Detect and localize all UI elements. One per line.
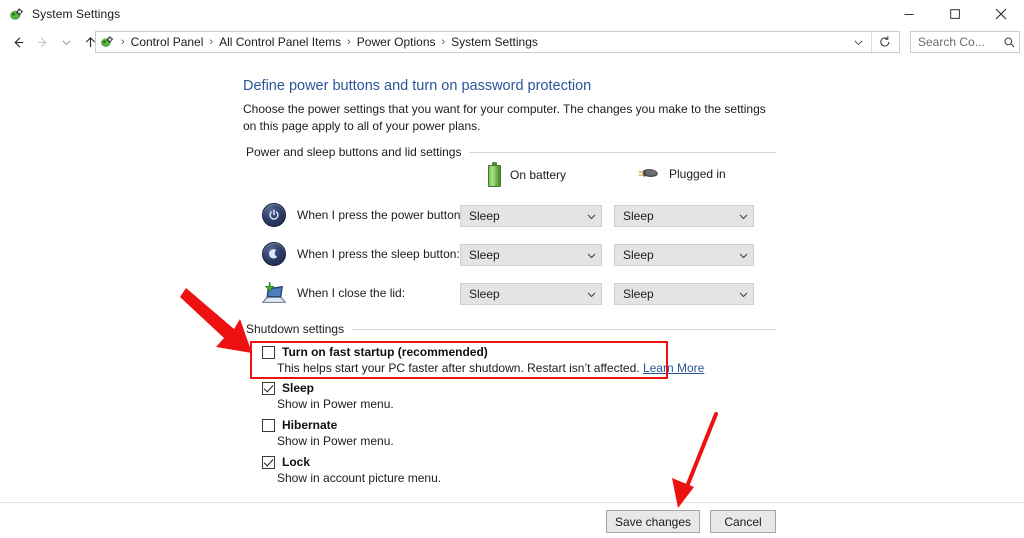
maximize-icon[interactable] <box>932 0 978 28</box>
dropdown-close-lid-on-battery-value: Sleep <box>469 287 500 301</box>
shutdown-settings-group-header: Shutdown settings <box>246 322 776 336</box>
breadcrumb-item-system-settings[interactable]: System Settings <box>448 35 541 49</box>
control-panel-icon <box>9 6 25 22</box>
footer-divider <box>0 502 1024 503</box>
row-close-lid-label: When I close the lid: <box>297 286 406 300</box>
row-power-button-label: When I press the power button: <box>297 208 464 222</box>
breadcrumb-separator: › <box>209 36 214 48</box>
column-header-on-battery: On battery <box>488 162 566 187</box>
breadcrumb-item-all-control-panel-items[interactable]: All Control Panel Items <box>216 35 344 49</box>
row-sleep-button-label: When I press the sleep button: <box>297 247 460 261</box>
search-input[interactable]: Search Co... <box>910 31 1020 53</box>
checkbox-lock-description: Show in account picture menu. <box>277 471 442 485</box>
page-description: Choose the power settings that you want … <box>243 102 766 133</box>
content-area: Define power buttons and turn on passwor… <box>0 56 1024 502</box>
power-plug-icon <box>636 166 660 182</box>
back-arrow-icon[interactable] <box>6 29 30 55</box>
power-button-icon <box>262 203 286 227</box>
column-header-plugged-in-label: Plugged in <box>669 167 726 181</box>
checkbox-fast-startup-label: Turn on fast startup (recommended) <box>282 345 488 359</box>
search-icon <box>999 36 1019 49</box>
breadcrumb-item-control-panel[interactable]: Control Panel <box>128 35 207 49</box>
chevron-down-icon <box>733 250 753 261</box>
checkbox-row-hibernate[interactable]: Hibernate <box>262 418 337 432</box>
window-title: System Settings <box>32 7 121 21</box>
row-power-button: When I press the power button: <box>262 203 464 227</box>
chevron-down-icon <box>733 211 753 222</box>
cancel-button[interactable]: Cancel <box>710 510 776 533</box>
minimize-icon[interactable] <box>886 0 932 28</box>
chevron-down-icon <box>733 289 753 300</box>
dropdown-close-lid-plugged-in-value: Sleep <box>623 287 654 301</box>
learn-more-link[interactable]: Learn More <box>643 361 704 375</box>
column-header-on-battery-label: On battery <box>510 167 567 182</box>
address-dropdown-chevron-down-icon[interactable] <box>847 32 869 52</box>
battery-icon <box>488 162 501 187</box>
dropdown-sleep-button-on-battery[interactable]: Sleep <box>460 244 602 266</box>
dropdown-close-lid-on-battery[interactable]: Sleep <box>460 283 602 305</box>
checkbox-hibernate-description: Show in Power menu. <box>277 434 394 448</box>
system-settings-window: System Settings › Control Panel › All Co… <box>0 0 1024 538</box>
shutdown-settings-group-title: Shutdown settings <box>246 322 345 336</box>
recent-locations-chevron-down-icon[interactable] <box>54 29 78 55</box>
sleep-button-icon <box>262 242 286 266</box>
group-divider <box>469 151 776 153</box>
dropdown-sleep-button-on-battery-value: Sleep <box>469 248 500 262</box>
dropdown-close-lid-plugged-in[interactable]: Sleep <box>614 283 754 305</box>
power-settings-group-title: Power and sleep buttons and lid settings <box>246 145 462 159</box>
breadcrumb-control-panel-icon <box>100 34 116 50</box>
checkbox-hibernate-label: Hibernate <box>282 418 338 432</box>
group-divider <box>352 328 776 330</box>
page-title: Define power buttons and turn on passwor… <box>243 78 592 94</box>
checkbox-sleep-description: Show in Power menu. <box>277 397 394 411</box>
window-controls <box>886 0 1024 28</box>
checkbox-row-fast-startup[interactable]: Turn on fast startup (recommended) <box>262 345 488 359</box>
chevron-down-icon <box>581 211 601 222</box>
breadcrumb-item-power-options[interactable]: Power Options <box>354 35 439 49</box>
checkbox-lock-label: Lock <box>282 455 311 469</box>
checkbox-hibernate[interactable] <box>262 419 275 432</box>
row-close-lid: When I close the lid: <box>260 281 405 305</box>
dropdown-power-button-on-battery[interactable]: Sleep <box>460 205 602 227</box>
checkbox-sleep[interactable] <box>262 382 275 395</box>
search-input-text[interactable]: Search Co... <box>911 35 999 49</box>
refresh-icon[interactable] <box>871 32 897 52</box>
breadcrumb-separator: › <box>121 36 125 48</box>
column-header-plugged-in: Plugged in <box>636 166 726 182</box>
chevron-down-icon <box>581 289 601 300</box>
breadcrumb-separator: › <box>441 36 446 48</box>
dropdown-power-button-on-battery-value: Sleep <box>469 209 500 223</box>
chevron-down-icon <box>581 250 601 261</box>
laptop-lid-icon <box>260 281 288 305</box>
checkbox-lock[interactable] <box>262 456 275 469</box>
checkbox-row-lock[interactable]: Lock <box>262 455 310 469</box>
checkbox-fast-startup[interactable] <box>262 346 275 359</box>
fast-startup-description-text: This helps start your PC faster after sh… <box>277 361 640 375</box>
title-bar: System Settings <box>0 0 1024 28</box>
breadcrumb-separator: › <box>347 36 351 48</box>
forward-arrow-icon <box>30 29 54 55</box>
breadcrumb[interactable]: › Control Panel › All Control Panel Item… <box>95 31 900 53</box>
close-icon[interactable] <box>978 0 1024 28</box>
row-sleep-button: When I press the sleep button: <box>262 242 460 266</box>
dropdown-sleep-button-plugged-in[interactable]: Sleep <box>614 244 754 266</box>
save-changes-button[interactable]: Save changes <box>606 510 700 533</box>
address-bar: › Control Panel › All Control Panel Item… <box>0 28 1024 56</box>
checkbox-row-sleep[interactable]: Sleep <box>262 381 314 395</box>
dropdown-sleep-button-plugged-in-value: Sleep <box>623 248 654 262</box>
power-settings-group-header: Power and sleep buttons and lid settings <box>246 145 776 159</box>
dropdown-power-button-plugged-in[interactable]: Sleep <box>614 205 754 227</box>
dropdown-power-button-plugged-in-value: Sleep <box>623 209 654 223</box>
checkbox-fast-startup-description: This helps start your PC faster after sh… <box>277 361 704 375</box>
checkbox-sleep-label: Sleep <box>282 381 315 395</box>
